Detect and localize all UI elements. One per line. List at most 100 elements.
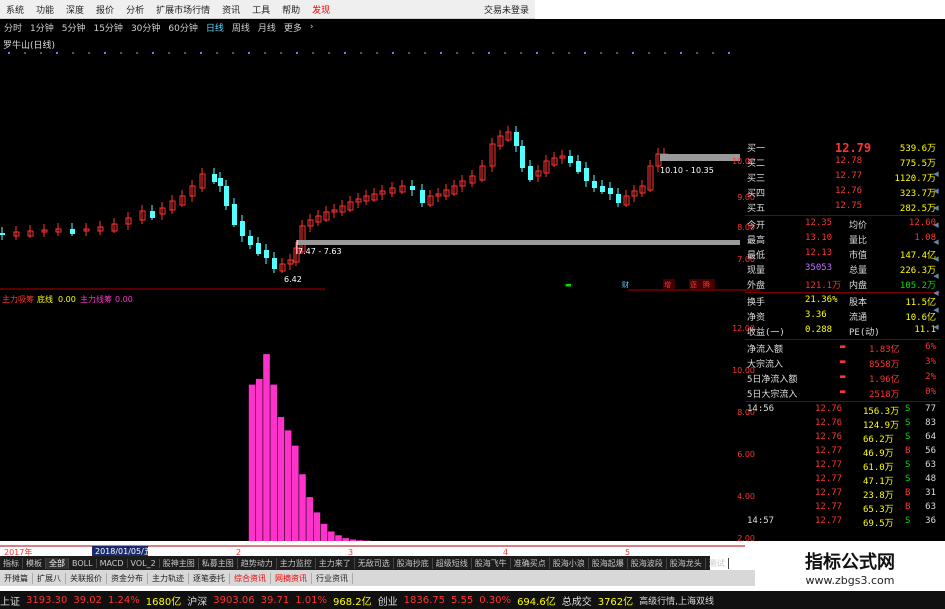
dot-marker xyxy=(616,52,618,54)
chevron-right-icon[interactable]: › xyxy=(306,22,318,32)
expand-icon[interactable]: ◀ xyxy=(933,170,938,178)
indicator-tab[interactable]: 私募主图 xyxy=(199,557,238,569)
bid-volume: 539.6万 xyxy=(899,144,936,154)
expand-icon[interactable]: ◀ xyxy=(933,306,938,314)
dot-marker xyxy=(200,52,202,54)
indicator-tab[interactable]: 测试 xyxy=(706,557,729,569)
menu-item-quote[interactable]: 报价 xyxy=(90,3,120,16)
menu-item-system[interactable]: 系统 xyxy=(0,3,30,16)
bars-group xyxy=(248,354,371,541)
indicator-tab[interactable]: VOL_2 xyxy=(128,558,160,568)
indicator-tab[interactable]: 模板 xyxy=(23,557,46,569)
expand-icon[interactable]: ◀ xyxy=(933,221,938,229)
info-tab[interactable]: 扩展八 xyxy=(33,572,66,584)
indicator-tab[interactable]: 股神主图 xyxy=(160,557,199,569)
tick-price: 12.76 xyxy=(815,418,843,428)
period-5min[interactable]: 5分钟 xyxy=(58,21,90,34)
tick-volume: 69.5万 xyxy=(863,519,894,529)
indicator-tab[interactable]: 准确买点 xyxy=(511,557,550,569)
kline-chart[interactable]: 10.10 - 10.35 7.47 - 7.63 6.42 10.00 9.0… xyxy=(0,36,760,556)
login-status-link[interactable]: 交易未登录 xyxy=(478,3,535,16)
info-tab[interactable]: 网摘资讯 xyxy=(271,572,312,584)
indicator-tab[interactable]: 主力来了 xyxy=(316,557,355,569)
menu-item-discover[interactable]: 发现 xyxy=(306,3,336,16)
expand-icon[interactable]: ◀ xyxy=(933,323,938,331)
info-tab[interactable]: 综合资讯 xyxy=(230,572,271,584)
indicator-tab[interactable]: 主力监控 xyxy=(277,557,316,569)
index-sh-name[interactable]: 上证 xyxy=(0,593,20,608)
indicator-tab[interactable]: MACD xyxy=(97,558,128,568)
menu-item-function[interactable]: 功能 xyxy=(30,3,60,16)
info-tab[interactable]: 主力轨迹 xyxy=(148,572,189,584)
menu-item-news[interactable]: 资讯 xyxy=(216,3,246,16)
resistance-bar xyxy=(660,154,740,161)
menu-item-depth[interactable]: 深度 xyxy=(60,3,90,16)
candle-body xyxy=(520,146,525,168)
bid-label: 买一 xyxy=(747,144,766,154)
indicator-tab[interactable]: 指标 xyxy=(0,557,23,569)
stat-label: 市值 xyxy=(849,251,868,261)
indicator-tab[interactable]: 超级短线 xyxy=(433,557,472,569)
index-cy-pct: 0.30% xyxy=(479,594,512,606)
indicator-tab[interactable]: 股海龙头 xyxy=(667,557,706,569)
watermark-url: www.zbgs3.com xyxy=(805,574,895,587)
indicator-tab[interactable]: 股海飞牛 xyxy=(472,557,511,569)
tick-volume: 124.9万 xyxy=(863,421,900,431)
period-60min[interactable]: 60分钟 xyxy=(164,21,201,34)
indicator-bar xyxy=(270,384,277,541)
period-weekly[interactable]: 周线 xyxy=(228,21,254,34)
tick-price: 12.76 xyxy=(815,404,843,414)
flow-row: 5日净流入额 ▬ 1.96亿 2% xyxy=(745,371,940,386)
menu-item-extended-market[interactable]: 扩展市场行情 xyxy=(150,3,216,16)
indicator-tab[interactable]: 股海波段 xyxy=(628,557,667,569)
expand-icon[interactable]: ◀ xyxy=(933,255,938,263)
bid-label: 买三 xyxy=(747,174,766,184)
indicator-tab[interactable]: 股海小浪 xyxy=(550,557,589,569)
info-tab[interactable]: 关联报价 xyxy=(66,572,107,584)
tick-price: 12.77 xyxy=(815,516,843,526)
expand-icon[interactable]: ◀ xyxy=(933,272,938,280)
total-volume-label: 总成交 xyxy=(561,596,592,608)
menu-item-help[interactable]: 帮助 xyxy=(276,3,306,16)
stat-label: 收益(一) xyxy=(747,328,785,338)
indicator-tab[interactable]: 无敌司选 xyxy=(355,557,394,569)
index-cy-name[interactable]: 创业 xyxy=(378,593,398,608)
stat-row: 现量 35053 总量 226.3万 xyxy=(745,262,940,277)
period-intraday[interactable]: 分时 xyxy=(0,21,26,34)
info-tab[interactable]: 逐笔委托 xyxy=(189,572,230,584)
period-30min[interactable]: 30分钟 xyxy=(127,21,164,34)
stat-label: 股本 xyxy=(849,298,868,308)
dot-marker xyxy=(392,52,394,54)
tick-price: 12.77 xyxy=(815,488,843,498)
period-15min[interactable]: 15分钟 xyxy=(89,21,126,34)
indicator-tab[interactable]: 股海抄底 xyxy=(394,557,433,569)
indicator-tab[interactable]: BOLL xyxy=(69,558,97,568)
period-1min[interactable]: 1分钟 xyxy=(26,21,58,34)
menu-item-analysis[interactable]: 分析 xyxy=(120,3,150,16)
expand-icon[interactable]: ◀ xyxy=(933,289,938,297)
watermark: 指标公式网 www.zbgs3.com xyxy=(755,544,945,591)
tick-time: 14:56 xyxy=(747,404,775,414)
expand-icon[interactable]: ◀ xyxy=(933,204,938,212)
indicator-tab[interactable]: 全部 xyxy=(46,557,69,569)
period-more[interactable]: 更多 xyxy=(280,21,306,34)
tick-volume: 66.2万 xyxy=(863,435,894,445)
expand-icon[interactable]: ◀ xyxy=(933,187,938,195)
indicator-tab[interactable]: 股海起爆 xyxy=(589,557,628,569)
indicator-tab[interactable]: 趋势动力 xyxy=(238,557,277,569)
period-monthly[interactable]: 月线 xyxy=(254,21,280,34)
expand-icon[interactable]: ◀ xyxy=(933,238,938,246)
candle-body xyxy=(568,156,573,163)
info-tab[interactable]: 开摊篇 xyxy=(0,572,33,584)
dot-marker xyxy=(296,52,298,54)
tick-row: 12.77 65.3万 B 63 xyxy=(745,501,940,516)
info-tab[interactable]: 行业资讯 xyxy=(312,572,353,584)
market-info[interactable]: 高级行情,上海双线 xyxy=(639,594,714,607)
indicator-bar xyxy=(263,354,270,541)
dot-marker xyxy=(56,52,58,54)
info-tab[interactable]: 资金分布 xyxy=(107,572,148,584)
stat-value: 21.36% xyxy=(805,295,838,305)
menu-item-tools[interactable]: 工具 xyxy=(246,3,276,16)
period-daily[interactable]: 日线 xyxy=(202,21,228,34)
index-sz-name[interactable]: 沪深 xyxy=(187,593,207,608)
